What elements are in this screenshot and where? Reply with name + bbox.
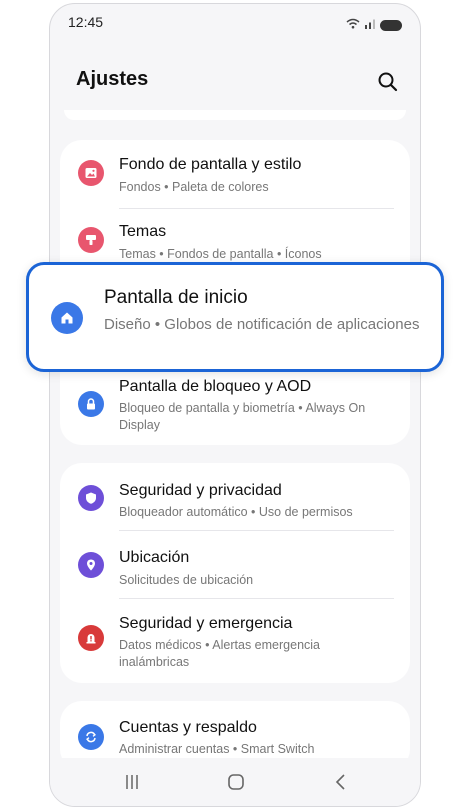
item-subtitle: Bloqueador automático • Uso de permisos [119, 505, 353, 519]
item-title: Pantalla de bloqueo y AOD [119, 378, 312, 395]
previous-card-edge [64, 110, 406, 120]
settings-card-2: Seguridad y privacidad Bloqueador automá… [60, 463, 410, 683]
search-icon [378, 72, 398, 92]
recent-apps-button[interactable] [120, 772, 144, 792]
item-title: Fondo de pantalla y estilo [119, 156, 302, 173]
image-icon [85, 168, 97, 178]
location-icon-badge [78, 552, 104, 578]
status-time: 12:45 [68, 14, 104, 30]
battery-icon [380, 19, 402, 31]
security-icon-badge [78, 485, 104, 511]
settings-item-security-privacy[interactable]: Seguridad y privacidad Bloqueador automá… [60, 463, 410, 529]
lockscreen-icon-badge [78, 391, 104, 417]
emergency-icon [86, 634, 96, 644]
settings-item-lockscreen[interactable]: Pantalla de bloqueo y AOD Bloqueo de pan… [60, 373, 410, 439]
navigation-bar [50, 758, 420, 806]
item-subtitle: Diseño • Globos de notificación de aplic… [104, 316, 420, 333]
accounts-icon-badge [78, 724, 104, 750]
item-title: Cuentas y respaldo [119, 719, 257, 736]
signal-icon [364, 16, 376, 34]
emergency-icon-badge [78, 625, 104, 651]
themes-icon-badge [78, 227, 104, 253]
back-icon [335, 774, 345, 790]
item-subtitle: Administrar cuentas • Smart Switch [119, 742, 315, 756]
item-title: Temas [119, 223, 167, 240]
shield-icon [86, 492, 96, 504]
item-title: Pantalla de inicio [104, 287, 248, 308]
status-icons [346, 16, 402, 34]
brush-icon [86, 235, 96, 245]
item-subtitle: Datos médicos • Alertas emergencia inalá… [119, 638, 320, 669]
home-icon-badge [51, 302, 83, 334]
wallpaper-icon-badge [78, 160, 104, 186]
app-header: Ajustes [76, 68, 400, 98]
sync-icon [85, 731, 97, 743]
item-title: Seguridad y privacidad [119, 482, 282, 499]
item-subtitle: Temas • Fondos de pantalla • Íconos [119, 247, 322, 261]
home-button[interactable] [224, 772, 248, 792]
recent-apps-icon [126, 775, 138, 789]
search-button[interactable] [376, 70, 400, 94]
item-subtitle: Fondos • Paleta de colores [119, 180, 269, 194]
settings-item-emergency[interactable]: Seguridad y emergencia Datos médicos • A… [60, 599, 410, 683]
status-bar: 12:45 [68, 14, 402, 34]
phone-screen: 12:45 Ajustes Fondo de pantalla y estilo… [49, 3, 421, 807]
lock-icon [87, 398, 95, 410]
item-title: Ubicación [119, 549, 190, 566]
home-nav-icon [228, 774, 244, 790]
settings-item-themes[interactable]: Temas Temas • Fondos de pantalla • Ícono… [60, 209, 410, 269]
settings-item-location[interactable]: Ubicación Solicitudes de ubicación [60, 531, 410, 597]
page-title: Ajustes [76, 68, 149, 90]
item-title: Seguridad y emergencia [119, 615, 293, 632]
back-button[interactable] [329, 772, 353, 792]
wifi-icon [346, 16, 360, 34]
settings-item-wallpaper[interactable]: Fondo de pantalla y estilo Fondos • Pale… [60, 140, 410, 207]
highlighted-item-home-screen[interactable]: Pantalla de inicio Diseño • Globos de no… [26, 262, 444, 372]
home-icon [61, 312, 73, 324]
item-subtitle: Bloqueo de pantalla y biometría • Always… [119, 401, 366, 432]
location-pin-icon [87, 559, 95, 571]
item-subtitle: Solicitudes de ubicación [119, 573, 254, 587]
